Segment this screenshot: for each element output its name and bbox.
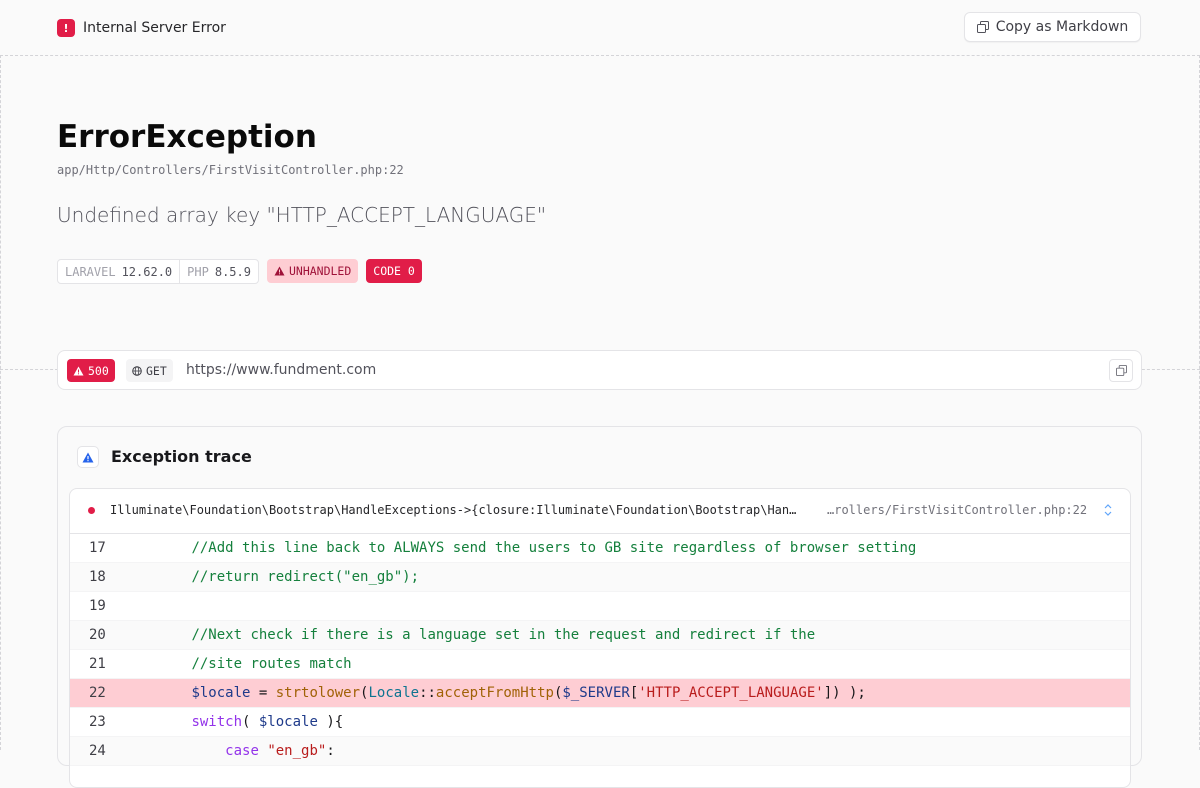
- line-number: 21: [89, 656, 106, 672]
- code-snippet: 17 //Add this line back to ALWAYS send t…: [70, 534, 1130, 766]
- copy-as-markdown-label: Copy as Markdown: [995, 19, 1129, 35]
- code-token: switch: [191, 714, 243, 730]
- exception-name: ErrorException: [57, 119, 317, 155]
- code-token: "en_gb": [267, 743, 327, 759]
- unhandled-label: UNHANDLED: [288, 264, 352, 278]
- line-number: 17: [89, 540, 106, 556]
- code-token: //site routes match: [191, 656, 352, 672]
- warning-triangle-icon: [73, 366, 84, 375]
- line-source: //Next check if there is a language set …: [124, 627, 815, 643]
- code-line: 17 //Add this line back to ALWAYS send t…: [70, 534, 1130, 563]
- code-line-error: 22 $locale = strtolower(Locale::acceptFr…: [70, 679, 1130, 708]
- code-token: $locale: [258, 714, 318, 730]
- code-line: 18 //return redirect("en_gb");: [70, 563, 1130, 592]
- line-source: switch( $locale ){: [124, 714, 343, 730]
- version-value: 12.62.0: [121, 264, 173, 279]
- line-source: $locale = strtolower(Locale::acceptFromH…: [124, 685, 866, 701]
- line-source: //Add this line back to ALWAYS send the …: [124, 540, 916, 556]
- trace-icon-box: [77, 446, 99, 468]
- line-source: case "en_gb":: [124, 743, 335, 759]
- http-method: GET: [146, 363, 167, 378]
- code-token: =: [250, 685, 276, 701]
- version-key: PHP: [187, 264, 209, 279]
- unhandled-badge: UNHANDLED: [266, 259, 359, 283]
- code-line: 19: [70, 592, 1130, 621]
- code-line: 20 //Next check if there is a language s…: [70, 621, 1130, 650]
- line-number: 20: [89, 627, 106, 643]
- exception-message: Undefined array key "HTTP_ACCEPT_LANGUAG…: [57, 203, 547, 227]
- frame-toggle-button[interactable]: [1103, 503, 1113, 520]
- copy-as-markdown-button[interactable]: Copy as Markdown: [964, 12, 1141, 42]
- frame-function: Illuminate\Foundation\Bootstrap\HandleEx…: [110, 503, 802, 517]
- code-badge: CODE 0: [366, 259, 422, 283]
- exception-trace-card: Exception trace Illuminate\Foundation\Bo…: [57, 426, 1142, 788]
- code-token: case: [225, 743, 259, 759]
- code-token: $_SERVER: [562, 685, 630, 701]
- status-badge: 500: [67, 359, 115, 382]
- copy-icon: [976, 21, 989, 33]
- version-value: 8.5.9: [214, 264, 251, 279]
- chevron-up-down-icon: [1104, 504, 1112, 516]
- code-token: //Add this line back to ALWAYS send the …: [191, 540, 917, 556]
- frame-status-dot: [88, 507, 95, 514]
- trace-frame: Illuminate\Foundation\Bootstrap\HandleEx…: [69, 488, 1131, 788]
- line-number: 22: [89, 685, 106, 701]
- line-number: 19: [89, 598, 106, 614]
- frame-header[interactable]: Illuminate\Foundation\Bootstrap\HandleEx…: [70, 489, 1130, 534]
- code-token: :: [326, 743, 335, 759]
- code-token: strtolower: [275, 685, 361, 701]
- version-badges: LARAVEL 12.62.0 PHP 8.5.9: [57, 259, 259, 284]
- code-token: 'HTTP_ACCEPT_LANGUAGE': [638, 685, 824, 701]
- code-token: ::: [419, 685, 436, 701]
- line-source: //site routes match: [124, 656, 352, 672]
- header-divider: [0, 55, 1200, 56]
- trace-title: Exception trace: [111, 447, 252, 466]
- version-key: LARAVEL: [65, 264, 116, 279]
- code-line: 21 //site routes match: [70, 650, 1130, 679]
- exclamation-icon: !: [57, 19, 75, 37]
- code-token: //Next check if there is a language set …: [191, 627, 816, 643]
- code-token: [: [629, 685, 639, 701]
- status-code: 500: [88, 363, 109, 378]
- exception-file: app/Http/Controllers/FirstVisitControlle…: [57, 163, 404, 177]
- code-token: (: [242, 714, 259, 730]
- globe-icon: [132, 365, 142, 376]
- code-token: $locale: [191, 685, 251, 701]
- triangle-icon: [82, 452, 94, 462]
- line-source: //return redirect("en_gb");: [124, 569, 419, 585]
- code-token: //return redirect("en_gb");: [191, 569, 420, 585]
- code-line: 24 case "en_gb":: [70, 737, 1130, 766]
- page-status-title: Internal Server Error: [83, 20, 226, 36]
- laravel-version: LARAVEL 12.62.0: [58, 260, 179, 283]
- copy-icon: [1115, 365, 1127, 376]
- line-number: 18: [89, 569, 106, 585]
- warning-triangle-icon: [274, 266, 285, 276]
- request-bar: 500 GET https://www.fundment.com: [57, 350, 1142, 390]
- line-number: 24: [89, 743, 106, 759]
- code-token: Locale: [368, 685, 420, 701]
- line-number: 23: [89, 714, 106, 730]
- code-label: CODE 0: [373, 264, 415, 278]
- frame-function-text: Illuminate\Foundation\Bootstrap\HandleEx…: [110, 503, 802, 517]
- method-badge: GET: [126, 359, 173, 382]
- top-bar: ! Internal Server Error Copy as Markdown: [0, 0, 1200, 55]
- code-token: ]) );: [823, 685, 866, 701]
- badge-row: LARAVEL 12.62.0 PHP 8.5.9 UNHANDLED CODE…: [57, 259, 422, 284]
- copy-url-button[interactable]: [1109, 359, 1133, 382]
- code-token: acceptFromHttp: [435, 685, 554, 701]
- code-token: ){: [317, 714, 344, 730]
- frame-location: …rollers/FirstVisitController.php:22: [827, 503, 1088, 517]
- code-line: 23 switch( $locale ){: [70, 708, 1130, 737]
- left-guide: [0, 55, 1, 750]
- request-url: https://www.fundment.com: [186, 362, 377, 378]
- php-version: PHP 8.5.9: [179, 260, 258, 283]
